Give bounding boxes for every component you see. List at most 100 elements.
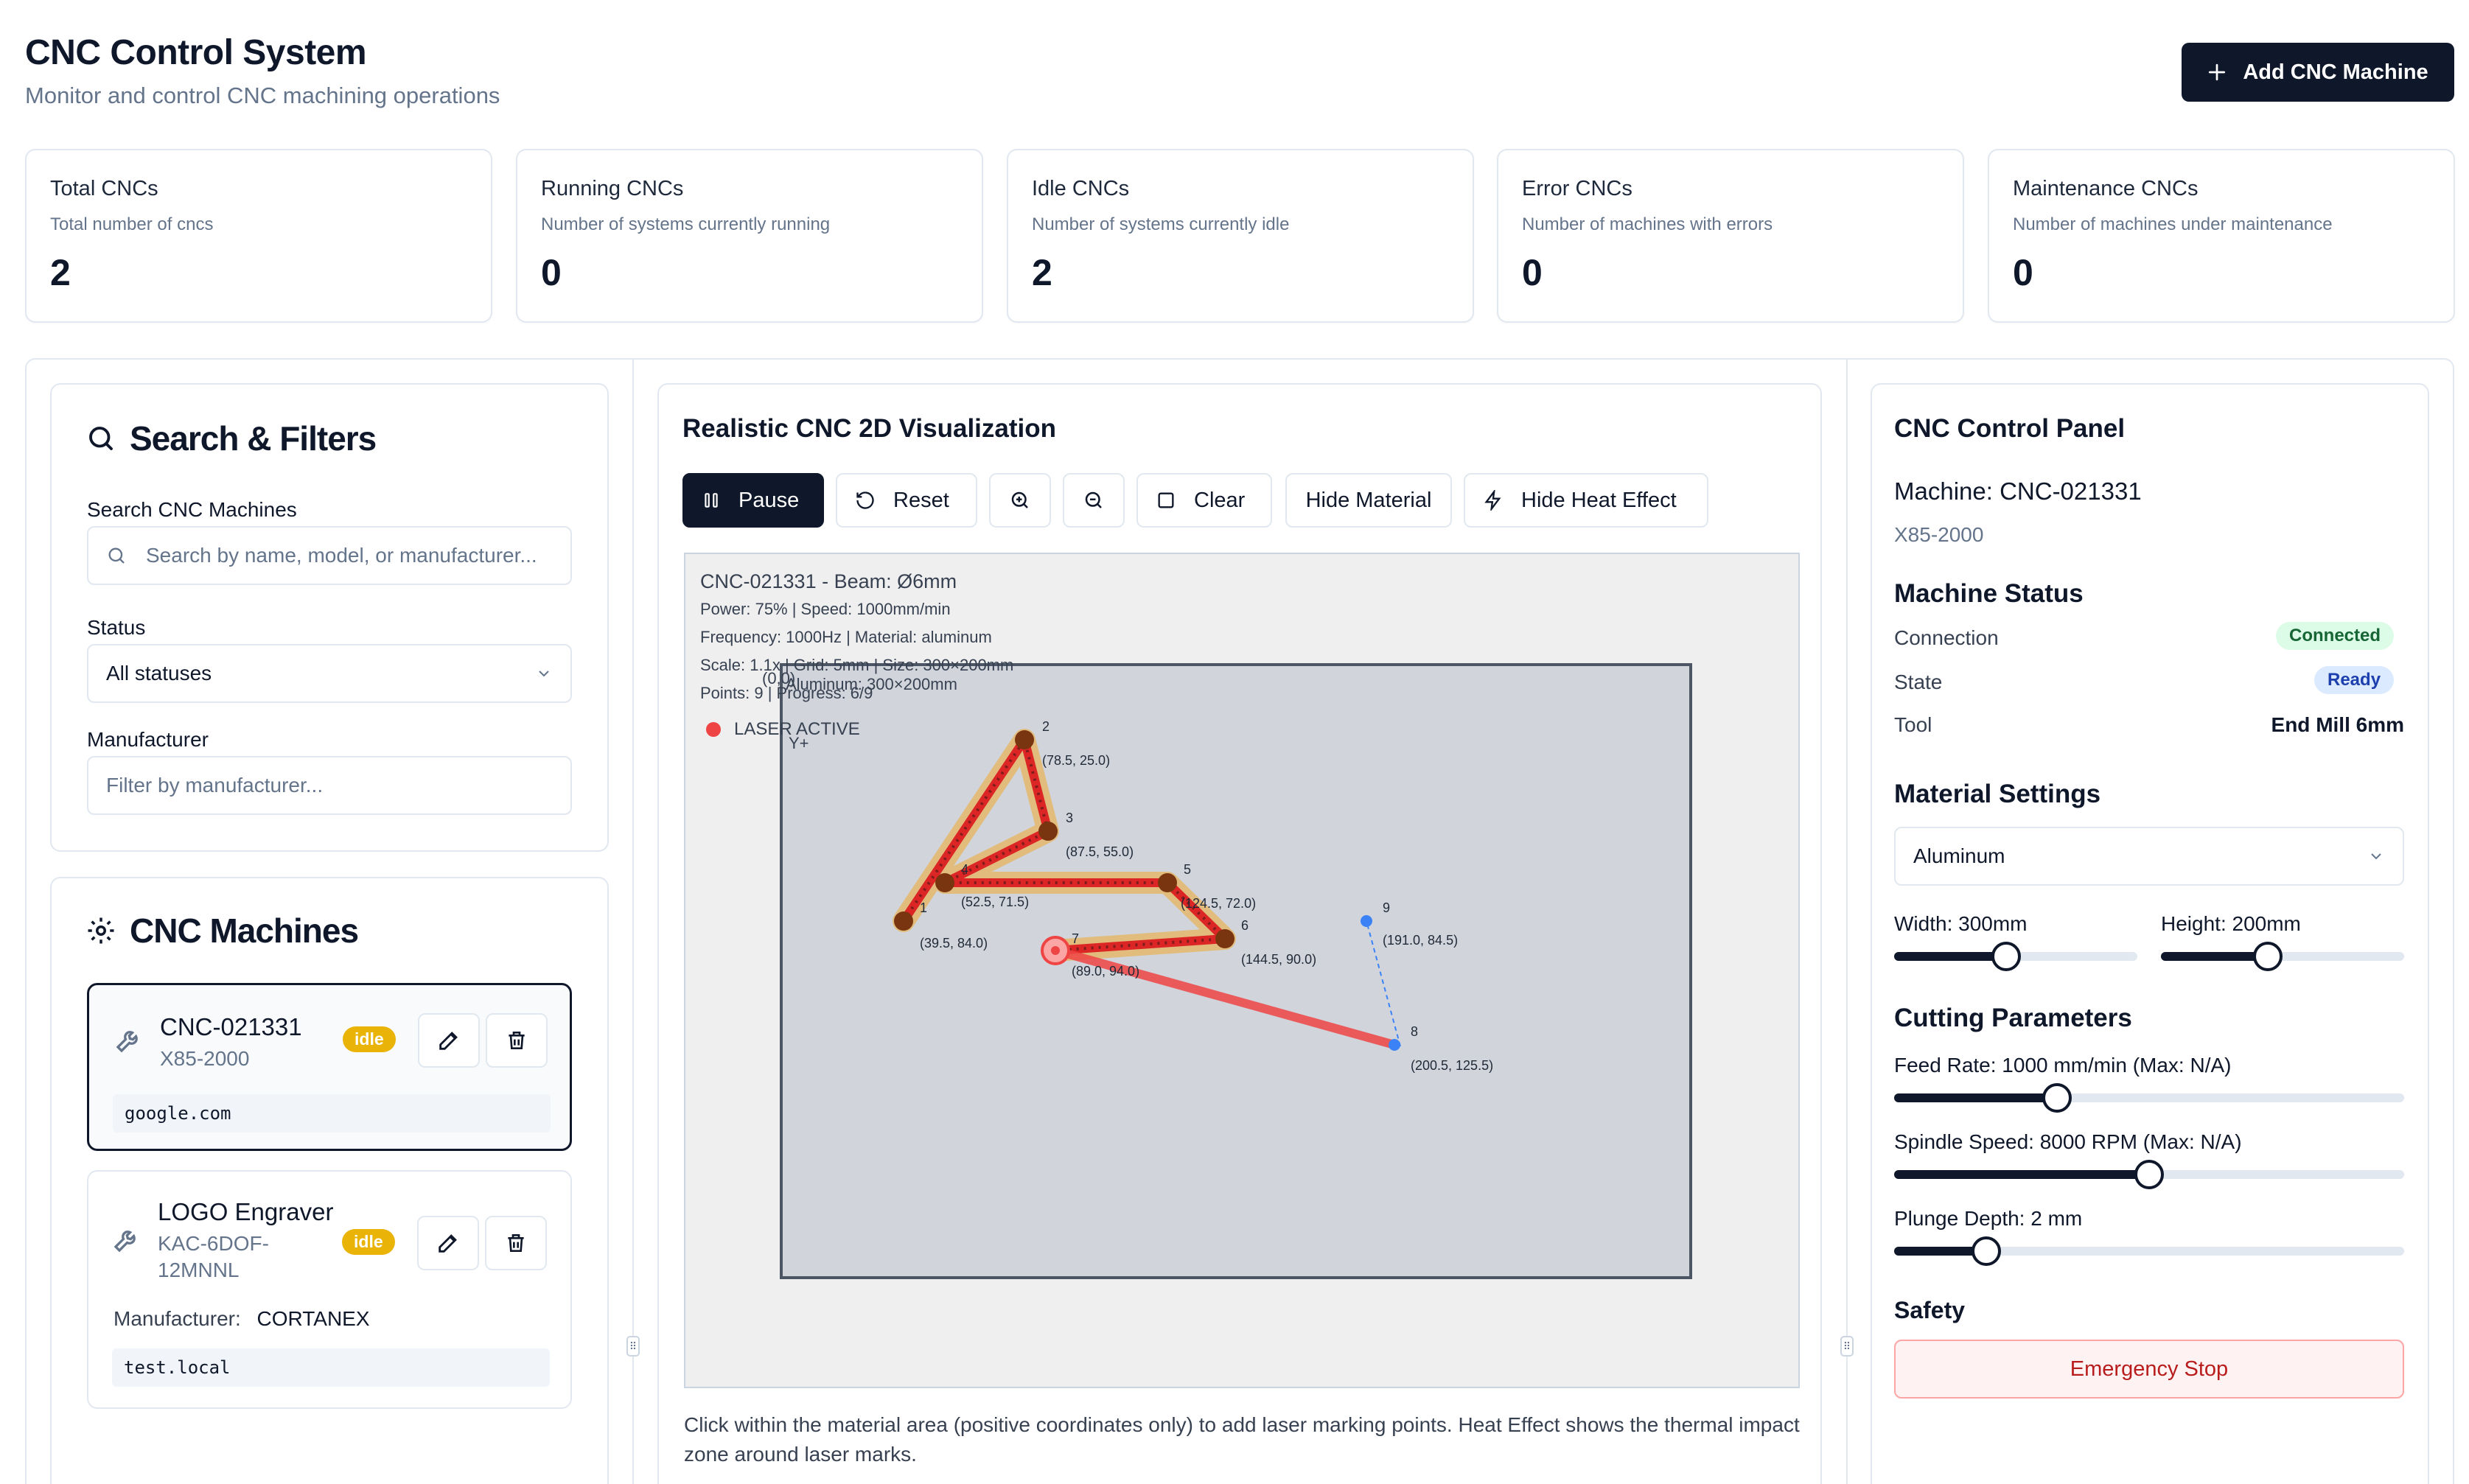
point-number-5: 5 — [1184, 862, 1191, 877]
zoom-in-button[interactable] — [989, 473, 1051, 528]
chevron-down-icon — [2371, 853, 2381, 860]
slider-fill — [1894, 952, 2006, 961]
edit-machine-button[interactable] — [418, 1013, 480, 1068]
rotate-ccw-icon — [856, 491, 874, 509]
stat-title: Running CNCs — [541, 177, 684, 200]
machine-title: Machine: CNC-021331 — [1894, 477, 2142, 505]
slider-thumb[interactable] — [2253, 942, 2283, 971]
stat-description: Number of machines under maintenance — [2013, 214, 2333, 234]
zoom-out-button[interactable] — [1063, 473, 1125, 528]
stat-description: Number of systems currently running — [541, 214, 831, 234]
emergency-stop-button[interactable]: Emergency Stop — [1894, 1340, 2404, 1399]
tool-value: End Mill 6mm — [2271, 713, 2404, 736]
visualization-help-text: Click within the material area (positive… — [684, 1413, 1800, 1466]
material-select[interactable]: Aluminum — [1894, 827, 2404, 886]
resize-handle-right[interactable]: ⠿ — [1840, 1336, 1854, 1357]
pause-button[interactable]: Pause — [682, 473, 824, 528]
point-coord-6: (144.5, 90.0) — [1241, 952, 1316, 967]
width-label: Width: 300mm — [1894, 912, 2028, 935]
point-coord-3: (87.5, 55.0) — [1066, 844, 1134, 859]
canvas-info-line: Frequency: 1000Hz | Material: aluminum — [700, 628, 992, 646]
delete-machine-button[interactable] — [485, 1216, 547, 1270]
stat-value: 2 — [1032, 252, 1052, 293]
origin-label: (0,0) — [762, 669, 796, 687]
machine-model-line2: 12MNNL — [158, 1259, 240, 1281]
hide-material-button[interactable]: Hide Material — [1285, 473, 1452, 528]
manufacturer-input[interactable]: Filter by manufacturer... — [87, 756, 572, 815]
height-slider[interactable] — [2161, 942, 2404, 971]
status-select-value: All statuses — [106, 662, 212, 685]
canvas-info-line: Scale: 1.1x | Grid: 5mm | Size: 300×200m… — [700, 656, 1014, 674]
stat-value: 2 — [50, 252, 71, 293]
material-area — [780, 663, 1692, 1279]
status-badge: idle — [342, 1229, 395, 1255]
feed-rate-label: Feed Rate: 1000 mm/min (Max: N/A) — [1894, 1054, 2232, 1077]
search-filters-heading: Search & Filters — [85, 419, 377, 458]
stat-description: Total number of cncs — [50, 214, 214, 234]
add-cnc-machine-button[interactable]: Add CNC Machine — [2182, 43, 2454, 102]
material-label: Aluminum: 300×200mm — [786, 675, 957, 693]
state-badge: Ready — [2314, 666, 2395, 694]
machine-model-line1: KAC-6DOF- — [158, 1232, 269, 1255]
stat-title: Maintenance CNCs — [2013, 177, 2199, 200]
point-number-8: 8 — [1411, 1024, 1418, 1039]
trash-icon — [509, 1032, 525, 1049]
point-number-1: 1 — [920, 900, 927, 915]
stat-title: Total CNCs — [50, 177, 158, 200]
path-point-4 — [935, 873, 954, 892]
hide-heat-effect-button[interactable]: Hide Heat Effect — [1464, 473, 1708, 528]
search-input[interactable]: Search by name, model, or manufacturer..… — [87, 526, 572, 585]
machine-status-title: Machine Status — [1894, 579, 2084, 608]
stat-value: 0 — [541, 252, 562, 293]
pause-label: Pause — [738, 488, 800, 512]
slider-thumb[interactable] — [1972, 1236, 2001, 1266]
path-point-9 — [1361, 915, 1372, 927]
hide-material-label: Hide Material — [1305, 488, 1432, 512]
path-point-6 — [1215, 929, 1234, 948]
reset-button[interactable]: Reset — [836, 473, 977, 528]
point-number-2: 2 — [1042, 719, 1050, 734]
connection-label: Connection — [1894, 626, 1999, 649]
stat-value: 0 — [2013, 252, 2033, 293]
material-settings-title: Material Settings — [1894, 780, 2101, 808]
stat-title: Error CNCs — [1522, 177, 1632, 200]
slider-thumb[interactable] — [2042, 1083, 2072, 1113]
laser-active-label: LASER ACTIVE — [734, 719, 860, 739]
point-coord-4: (52.5, 71.5) — [961, 895, 1029, 909]
point-coord-2: (78.5, 25.0) — [1042, 753, 1110, 768]
search-icon — [108, 547, 125, 564]
spindle-speed-label: Spindle Speed: 8000 RPM (Max: N/A) — [1894, 1130, 2242, 1153]
canvas-info-line: Power: 75% | Speed: 1000mm/min — [700, 600, 951, 618]
point-number-7: 7 — [1072, 931, 1079, 946]
cnc-visualization-canvas[interactable]: 1 (39.5, 84.0) 2 (78.5, 25.0) 3 (87.5, 5… — [684, 553, 1800, 1388]
machine-model: X85-2000 — [160, 1047, 250, 1070]
machine-card-cnc-021331[interactable]: CNC-021331 X85-2000 idle google.com — [87, 983, 572, 1151]
delete-machine-button[interactable] — [486, 1013, 548, 1068]
status-label: Status — [87, 616, 146, 639]
square-icon — [1158, 492, 1174, 508]
stat-card-idle: Idle CNCs Number of systems currently id… — [1007, 149, 1474, 323]
machine-card-logo-engraver[interactable]: LOGO Engraver KAC-6DOF- 12MNNL idle Manu… — [87, 1170, 572, 1409]
feed-rate-slider[interactable] — [1894, 1083, 2404, 1113]
width-slider[interactable] — [1894, 942, 2137, 971]
panel-divider — [632, 360, 634, 1484]
path-point-1 — [894, 911, 913, 931]
slider-thumb[interactable] — [2134, 1160, 2164, 1189]
clear-button[interactable]: Clear — [1136, 473, 1272, 528]
spindle-speed-slider[interactable] — [1894, 1160, 2404, 1189]
pencil-icon — [439, 1234, 457, 1253]
slider-fill — [2161, 952, 2268, 961]
machine-name: LOGO Engraver — [158, 1198, 334, 1225]
resize-handle-left[interactable]: ⠿ — [626, 1336, 640, 1357]
status-select[interactable]: All statuses — [87, 644, 572, 703]
tool-label: Tool — [1894, 713, 1932, 736]
plunge-depth-slider[interactable] — [1894, 1236, 2404, 1266]
slider-thumb[interactable] — [1991, 942, 2021, 971]
stat-value: 0 — [1522, 252, 1543, 293]
stat-title: Idle CNCs — [1032, 177, 1130, 200]
edit-machine-button[interactable] — [417, 1216, 479, 1270]
hide-heat-effect-label: Hide Heat Effect — [1521, 488, 1677, 512]
state-label: State — [1894, 671, 1943, 693]
wrench-icon — [114, 1231, 136, 1253]
path-point-2 — [1015, 730, 1034, 749]
